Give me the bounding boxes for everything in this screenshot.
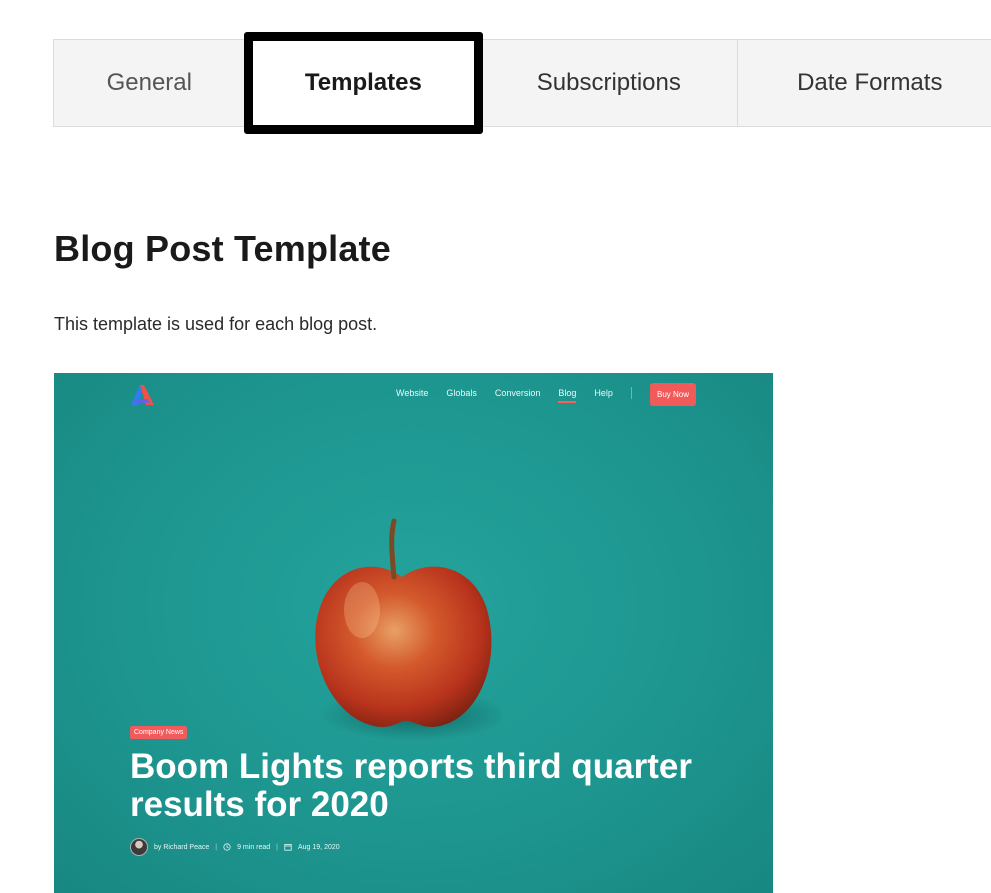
calendar-icon bbox=[284, 843, 292, 851]
author-name: by Richard Peace bbox=[154, 843, 210, 851]
tab-templates[interactable]: Templates bbox=[243, 32, 483, 134]
tab-general-label: General bbox=[106, 69, 192, 96]
tab-templates-label: Templates bbox=[304, 69, 422, 96]
tab-date-formats-label: Date Formats bbox=[797, 69, 943, 96]
section-description: This template is used for each blog post… bbox=[54, 314, 378, 334]
preview-nav-item-active: Blog bbox=[558, 388, 577, 403]
preview-nav-item: Conversion bbox=[494, 388, 541, 398]
tab-subscriptions-label: Subscriptions bbox=[536, 69, 681, 96]
site-logo-icon bbox=[131, 385, 154, 405]
preview-headline: Boom Lights reports third quarter result… bbox=[130, 747, 692, 824]
preview-nav-item: Globals bbox=[446, 388, 477, 398]
tab-subscriptions[interactable]: Subscriptions bbox=[481, 40, 738, 126]
post-date: Aug 19, 2020 bbox=[298, 843, 340, 851]
apple-image bbox=[315, 518, 502, 741]
preview-nav: Website Globals Conversion Blog Help bbox=[396, 387, 660, 403]
meta-divider: | bbox=[215, 843, 218, 851]
nav-divider bbox=[630, 387, 632, 399]
blog-post-template-preview[interactable]: Website Globals Conversion Blog Help Buy… bbox=[54, 373, 773, 893]
category-badge: Company News bbox=[130, 726, 188, 739]
preview-nav-item: Website bbox=[396, 388, 429, 398]
settings-tab-bar: General Templates Subscriptions Date For… bbox=[53, 32, 991, 134]
section-title: Blog Post Template bbox=[54, 228, 391, 269]
post-meta: by Richard Peace | 9 min read | Aug 19, … bbox=[130, 838, 340, 856]
read-time: 9 min read bbox=[237, 843, 271, 851]
meta-divider: | bbox=[276, 843, 278, 851]
tab-date-formats[interactable]: Date Formats bbox=[738, 40, 991, 126]
clock-icon bbox=[223, 843, 231, 851]
preview-nav-item: Help bbox=[594, 388, 613, 398]
avatar bbox=[130, 838, 148, 856]
tab-general[interactable]: General bbox=[54, 40, 246, 126]
preview-buy-now-button: Buy Now bbox=[650, 383, 697, 406]
